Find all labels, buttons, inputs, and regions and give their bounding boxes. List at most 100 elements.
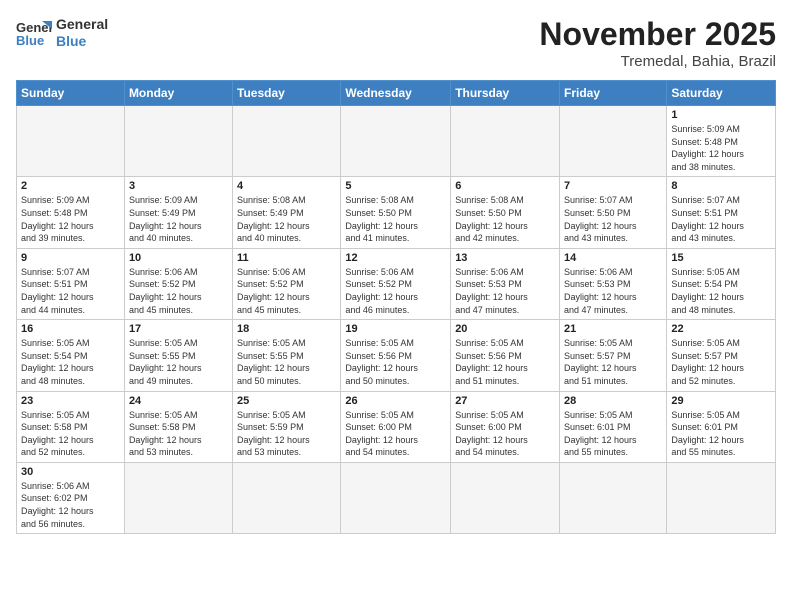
calendar-cell — [560, 462, 667, 533]
calendar-cell: 29 Sunrise: 5:05 AM Sunset: 6:01 PM Dayli… — [667, 391, 776, 462]
day-info: Sunrise: 5:05 AM Sunset: 5:56 PM Dayligh… — [345, 337, 446, 387]
calendar-cell: 2Sunrise: 5:09 AM Sunset: 5:48 PM Daylig… — [17, 177, 125, 248]
logo-blue-text: Blue — [56, 33, 108, 50]
day-info: Sunrise: 5:05 AM Sunset: 6:00 PM Dayligh… — [455, 409, 555, 459]
day-number: 1 — [671, 109, 771, 121]
day-number: 23 — [21, 395, 120, 407]
calendar-cell — [560, 106, 667, 177]
calendar-cell: 9 Sunrise: 5:07 AM Sunset: 5:51 PM Daylig… — [17, 248, 125, 319]
day-number: 18 — [237, 323, 336, 335]
day-number: 27 — [455, 395, 555, 407]
page-header: General Blue General Blue November 2025 … — [16, 16, 776, 70]
calendar-cell — [124, 106, 232, 177]
calendar-cell: 24 Sunrise: 5:05 AM Sunset: 5:58 PM Dayli… — [124, 391, 232, 462]
calendar-cell: 4Sunrise: 5:08 AM Sunset: 5:49 PM Daylig… — [233, 177, 341, 248]
day-number: 28 — [564, 395, 662, 407]
day-info: Sunrise: 5:05 AM Sunset: 5:58 PM Dayligh… — [21, 409, 120, 459]
day-info: Sunrise: 5:05 AM Sunset: 5:55 PM Dayligh… — [129, 337, 228, 387]
calendar-week-row: 1 Sunrise: 5:09 AM Sunset: 5:48 PM Daylig… — [17, 106, 776, 177]
day-info: Sunrise: 5:05 AM Sunset: 5:55 PM Dayligh… — [237, 337, 336, 387]
day-number: 3 — [129, 180, 228, 192]
calendar-cell: 12 Sunrise: 5:06 AM Sunset: 5:52 PM Dayli… — [341, 248, 451, 319]
calendar-cell: 23 Sunrise: 5:05 AM Sunset: 5:58 PM Dayli… — [17, 391, 125, 462]
calendar-header-tuesday: Tuesday — [233, 81, 341, 106]
calendar-cell: 25 Sunrise: 5:05 AM Sunset: 5:59 PM Dayli… — [233, 391, 341, 462]
day-info: Sunrise: 5:06 AM Sunset: 5:52 PM Dayligh… — [237, 266, 336, 316]
calendar-cell: 11 Sunrise: 5:06 AM Sunset: 5:52 PM Dayli… — [233, 248, 341, 319]
day-info: Sunrise: 5:06 AM Sunset: 5:53 PM Dayligh… — [564, 266, 662, 316]
calendar-cell — [341, 106, 451, 177]
day-number: 20 — [455, 323, 555, 335]
calendar-week-row: 16Sunrise: 5:05 AM Sunset: 5:54 PM Dayli… — [17, 320, 776, 391]
calendar-cell: 19 Sunrise: 5:05 AM Sunset: 5:56 PM Dayli… — [341, 320, 451, 391]
day-number: 19 — [345, 323, 446, 335]
location-text: Tremedal, Bahia, Brazil — [539, 53, 776, 70]
day-info: Sunrise: 5:06 AM Sunset: 5:52 PM Dayligh… — [345, 266, 446, 316]
calendar-cell: 21 Sunrise: 5:05 AM Sunset: 5:57 PM Dayli… — [560, 320, 667, 391]
calendar-cell: 16Sunrise: 5:05 AM Sunset: 5:54 PM Dayli… — [17, 320, 125, 391]
day-number: 8 — [671, 180, 771, 192]
calendar-cell: 14 Sunrise: 5:06 AM Sunset: 5:53 PM Dayli… — [560, 248, 667, 319]
calendar-cell — [17, 106, 125, 177]
day-info: Sunrise: 5:07 AM Sunset: 5:51 PM Dayligh… — [21, 266, 120, 316]
calendar-header-saturday: Saturday — [667, 81, 776, 106]
logo-general-text: General — [56, 16, 108, 33]
calendar-cell: 6 Sunrise: 5:08 AM Sunset: 5:50 PM Daylig… — [451, 177, 560, 248]
calendar-cell: 27 Sunrise: 5:05 AM Sunset: 6:00 PM Dayli… — [451, 391, 560, 462]
day-info: Sunrise: 5:09 AM Sunset: 5:49 PM Dayligh… — [129, 194, 228, 244]
logo-icon: General Blue — [16, 19, 52, 47]
day-number: 24 — [129, 395, 228, 407]
day-number: 22 — [671, 323, 771, 335]
calendar-cell: 30Sunrise: 5:06 AM Sunset: 6:02 PM Dayli… — [17, 462, 125, 533]
calendar-cell: 13 Sunrise: 5:06 AM Sunset: 5:53 PM Dayli… — [451, 248, 560, 319]
calendar-cell — [451, 106, 560, 177]
day-info: Sunrise: 5:08 AM Sunset: 5:50 PM Dayligh… — [345, 194, 446, 244]
day-info: Sunrise: 5:05 AM Sunset: 5:57 PM Dayligh… — [564, 337, 662, 387]
day-info: Sunrise: 5:09 AM Sunset: 5:48 PM Dayligh… — [671, 123, 771, 173]
calendar-week-row: 9 Sunrise: 5:07 AM Sunset: 5:51 PM Daylig… — [17, 248, 776, 319]
day-info: Sunrise: 5:08 AM Sunset: 5:50 PM Dayligh… — [455, 194, 555, 244]
day-info: Sunrise: 5:06 AM Sunset: 5:53 PM Dayligh… — [455, 266, 555, 316]
calendar-header-row: SundayMondayTuesdayWednesdayThursdayFrid… — [17, 81, 776, 106]
calendar-cell: 3 Sunrise: 5:09 AM Sunset: 5:49 PM Daylig… — [124, 177, 232, 248]
day-number: 25 — [237, 395, 336, 407]
day-number: 11 — [237, 252, 336, 264]
day-number: 6 — [455, 180, 555, 192]
day-info: Sunrise: 5:05 AM Sunset: 5:57 PM Dayligh… — [671, 337, 771, 387]
calendar-header-sunday: Sunday — [17, 81, 125, 106]
calendar-cell — [341, 462, 451, 533]
day-info: Sunrise: 5:05 AM Sunset: 5:58 PM Dayligh… — [129, 409, 228, 459]
calendar-cell — [124, 462, 232, 533]
calendar-header-thursday: Thursday — [451, 81, 560, 106]
calendar-cell — [667, 462, 776, 533]
calendar-cell: 20Sunrise: 5:05 AM Sunset: 5:56 PM Dayli… — [451, 320, 560, 391]
calendar-cell: 1 Sunrise: 5:09 AM Sunset: 5:48 PM Daylig… — [667, 106, 776, 177]
day-number: 5 — [345, 180, 446, 192]
day-number: 26 — [345, 395, 446, 407]
day-number: 29 — [671, 395, 771, 407]
day-info: Sunrise: 5:07 AM Sunset: 5:51 PM Dayligh… — [671, 194, 771, 244]
day-info: Sunrise: 5:05 AM Sunset: 6:00 PM Dayligh… — [345, 409, 446, 459]
calendar-cell — [233, 106, 341, 177]
logo: General Blue General Blue — [16, 16, 108, 50]
calendar-cell: 5 Sunrise: 5:08 AM Sunset: 5:50 PM Daylig… — [341, 177, 451, 248]
day-number: 14 — [564, 252, 662, 264]
day-number: 12 — [345, 252, 446, 264]
calendar-cell: 7Sunrise: 5:07 AM Sunset: 5:50 PM Daylig… — [560, 177, 667, 248]
day-info: Sunrise: 5:05 AM Sunset: 6:01 PM Dayligh… — [671, 409, 771, 459]
calendar-cell: 8 Sunrise: 5:07 AM Sunset: 5:51 PM Daylig… — [667, 177, 776, 248]
day-number: 21 — [564, 323, 662, 335]
day-number: 9 — [21, 252, 120, 264]
calendar-cell: 28Sunrise: 5:05 AM Sunset: 6:01 PM Dayli… — [560, 391, 667, 462]
calendar-cell: 10Sunrise: 5:06 AM Sunset: 5:52 PM Dayli… — [124, 248, 232, 319]
day-info: Sunrise: 5:06 AM Sunset: 6:02 PM Dayligh… — [21, 480, 120, 530]
calendar-cell: 15Sunrise: 5:05 AM Sunset: 5:54 PM Dayli… — [667, 248, 776, 319]
day-info: Sunrise: 5:05 AM Sunset: 5:59 PM Dayligh… — [237, 409, 336, 459]
day-number: 7 — [564, 180, 662, 192]
calendar-cell — [233, 462, 341, 533]
day-number: 13 — [455, 252, 555, 264]
calendar-cell: 26 Sunrise: 5:05 AM Sunset: 6:00 PM Dayli… — [341, 391, 451, 462]
calendar-week-row: 23 Sunrise: 5:05 AM Sunset: 5:58 PM Dayli… — [17, 391, 776, 462]
day-number: 15 — [671, 252, 771, 264]
month-title: November 2025 — [539, 16, 776, 53]
